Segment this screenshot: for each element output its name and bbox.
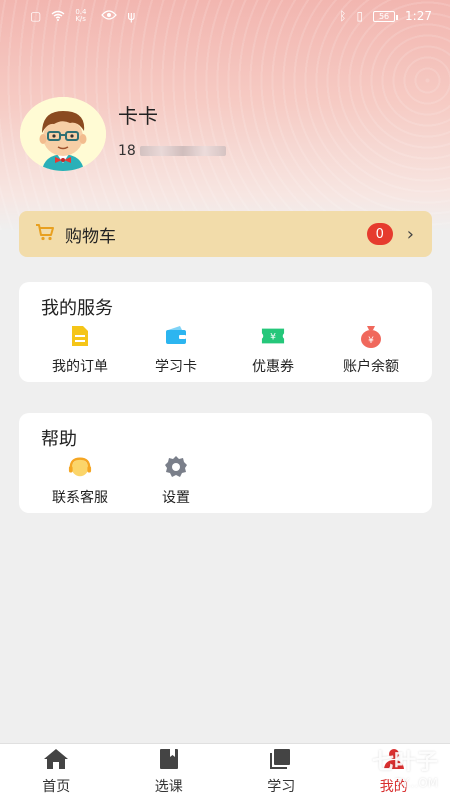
- customer-service-icon: [68, 455, 92, 479]
- svg-text:¥: ¥: [368, 336, 374, 346]
- home-icon: [43, 748, 69, 774]
- watermark-text: 七叶子: [371, 750, 438, 775]
- tab-home[interactable]: 首页: [0, 744, 113, 800]
- service-label: 优惠券: [252, 359, 294, 375]
- service-label: 学习卡: [155, 359, 197, 375]
- status-time: 1:27: [405, 9, 432, 23]
- order-icon: [68, 324, 92, 348]
- chevron-right-icon: ›: [406, 223, 414, 245]
- wifi-icon: [51, 10, 65, 23]
- service-label: 账户余额: [343, 359, 399, 375]
- svg-text:¥: ¥: [270, 332, 276, 343]
- cart-label: 购物车: [65, 226, 116, 247]
- watermark-logo: 七叶子 7Y...OM: [372, 744, 438, 790]
- phone-masked: [139, 145, 226, 156]
- bluetooth-icon: ᛒ: [339, 9, 347, 23]
- help-label: 设置: [162, 490, 190, 506]
- vibrate-icon: ▯: [356, 9, 364, 23]
- cart-count-badge: 0: [366, 223, 393, 245]
- gear-icon: [164, 455, 188, 479]
- tab-label: 首页: [42, 779, 71, 795]
- sim-icon: ▢: [30, 9, 42, 23]
- service-account-balance[interactable]: ¥ 账户余额: [323, 324, 419, 376]
- battery-icon: 56: [373, 10, 399, 22]
- help-title: 帮助: [41, 429, 77, 450]
- help-label: 联系客服: [52, 490, 108, 506]
- watermark-sub: 7Y...OM: [394, 776, 438, 790]
- tab-label: 选课: [154, 779, 183, 795]
- tab-study[interactable]: 学习: [225, 744, 338, 800]
- service-coupons[interactable]: ¥ 优惠券: [225, 324, 321, 376]
- wallet-card-icon: [164, 324, 188, 348]
- services-title: 我的服务: [41, 298, 113, 319]
- shopping-cart-bar[interactable]: 购物车 0 ›: [19, 211, 432, 257]
- user-phone: 18: [118, 143, 226, 159]
- service-label: 我的订单: [52, 359, 108, 375]
- avatar[interactable]: [20, 97, 106, 171]
- books-icon: [269, 748, 293, 774]
- user-nickname: 卡卡: [118, 103, 158, 128]
- services-card: 我的服务 我的订单 学习卡 ¥ 优惠券 ¥ 账户余额: [19, 282, 432, 382]
- money-bag-icon: ¥: [359, 324, 383, 348]
- service-my-orders[interactable]: 我的订单: [32, 324, 128, 376]
- tab-label: 学习: [267, 779, 296, 795]
- coupon-icon: ¥: [261, 324, 285, 348]
- service-study-card[interactable]: 学习卡: [128, 324, 224, 376]
- usb-icon: ψ: [127, 9, 136, 23]
- status-bar: ▢ 0.4 K/s ψ ᛒ ▯ 56 1:27: [0, 0, 450, 32]
- bookmark-book-icon: [158, 748, 180, 774]
- phone-prefix: 18: [118, 142, 136, 159]
- help-card: 帮助 联系客服 设置: [19, 413, 432, 513]
- eye-icon: [101, 10, 118, 22]
- profile-section[interactable]: 卡卡 18: [20, 97, 226, 171]
- tab-courses[interactable]: 选课: [113, 744, 226, 800]
- data-speed-icon: 0.4 K/s: [75, 8, 87, 23]
- help-customer-service[interactable]: 联系客服: [32, 455, 128, 507]
- help-settings[interactable]: 设置: [128, 455, 224, 507]
- cart-icon: [35, 223, 55, 245]
